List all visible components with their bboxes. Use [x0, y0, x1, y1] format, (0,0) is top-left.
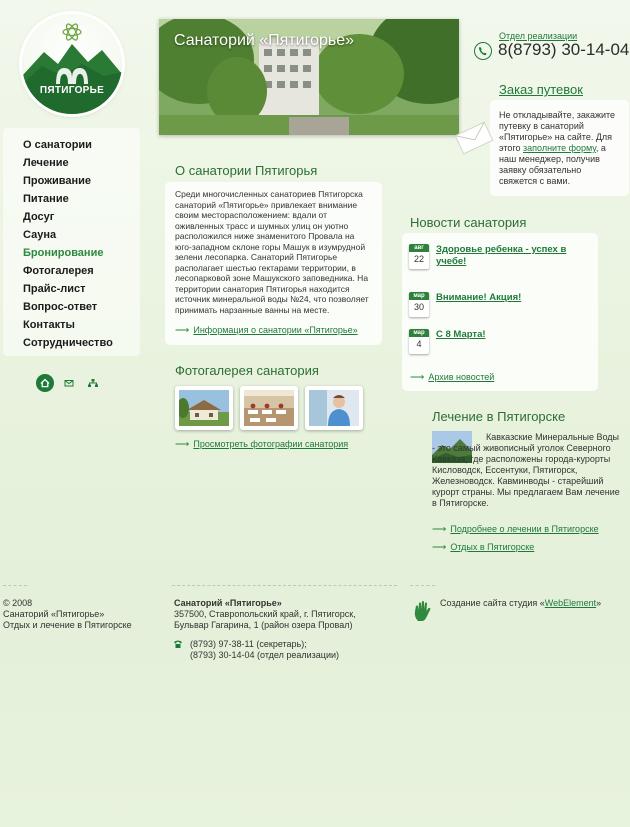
copyright-name: Санаторий «Пятигорье»	[3, 609, 105, 619]
news-month: мар	[409, 292, 429, 300]
phone-icon	[474, 42, 492, 60]
order-title-link[interactable]: Заказ путевок	[499, 82, 583, 97]
studio-text: Создание сайта студия «	[440, 598, 545, 608]
gallery-more-label: Просмотреть фотографии санатория	[193, 439, 349, 449]
treatment-rest-link[interactable]: ⟶ Отдых в Пятигорске	[432, 542, 534, 553]
utility-icons	[36, 374, 106, 392]
gallery-more-link[interactable]: ⟶ Просмотреть фотографии санатория	[175, 439, 348, 450]
arrow-right-icon: ⟶	[432, 524, 447, 535]
calendar-icon: мар 30	[409, 292, 429, 317]
menu-item-faq[interactable]: Вопрос-ответ	[3, 298, 140, 316]
footer-org-name: Санаторий «Пятигорье»	[174, 598, 282, 608]
footer-address-line: Бульвар Гагарина, 1 (район озера Провал)	[174, 620, 353, 630]
copyright-desc: Отдых и лечение в Пятигорске	[3, 620, 132, 630]
sitemap-icon[interactable]	[84, 374, 102, 392]
menu-item-treatment[interactable]: Лечение	[3, 154, 140, 172]
phone-icon	[173, 639, 183, 649]
calendar-icon: мар 4	[409, 329, 429, 354]
menu-item-gallery[interactable]: Фотогалерея	[3, 262, 140, 280]
news-month: авг	[409, 244, 429, 252]
treatment-text-body: Кавказские Минеральные Воды - это самый …	[432, 432, 620, 508]
footer-phone-line: (8793) 97-38-11 (секретарь);	[190, 639, 307, 649]
footer-copyright: © 2008 Санаторий «Пятигорье» Отдых и леч…	[3, 598, 132, 631]
arrow-right-icon: ⟶	[432, 542, 447, 553]
news-archive-link[interactable]: ⟶ Архив новостей	[410, 372, 494, 383]
copyright-year: © 2008	[3, 598, 33, 608]
arrow-right-icon: ⟶	[175, 325, 190, 336]
news-day: 30	[413, 302, 424, 312]
footer-divider	[3, 585, 27, 586]
gallery-thumbnail[interactable]	[175, 386, 233, 430]
gallery-thumbnail[interactable]	[240, 386, 298, 430]
menu-item-cooperation[interactable]: Сотрудничество	[3, 334, 140, 352]
footer-address: Санаторий «Пятигорье» 357500, Ставрополь…	[174, 598, 356, 631]
logo[interactable]: ПЯТИГОРЬЕ	[22, 14, 122, 114]
menu-item-about[interactable]: О санатории	[3, 136, 140, 154]
treatment-text: Кавказские Минеральные Воды - это самый …	[432, 432, 620, 509]
treatment-title: Лечение в Пятигорске	[432, 409, 566, 424]
logo-text: ПЯТИГОРЬЕ	[39, 85, 105, 96]
about-text: Среди многочисленных санаториев Пятигорс…	[175, 189, 369, 315]
studio-text-end: »	[596, 598, 602, 608]
order-form-link[interactable]: заполните форму	[523, 143, 596, 153]
footer-divider	[172, 585, 397, 586]
menu-item-booking[interactable]: Бронирование	[3, 244, 140, 262]
footer-studio: Создание сайта студия «WebElement»	[440, 598, 601, 608]
mail-icon[interactable]	[60, 374, 78, 392]
about-more-label: Информация о санатории «Пятигорье»	[193, 325, 358, 335]
news-archive-label: Архив новостей	[428, 372, 495, 382]
menu-item-food[interactable]: Питание	[3, 190, 140, 208]
treatment-rest-label: Отдых в Пятигорске	[450, 542, 535, 552]
news-day: 4	[416, 339, 422, 349]
phone-number: 8(8793) 30-14-04	[498, 40, 630, 59]
footer-phones: (8793) 97-38-11 (секретарь); (8793) 30-1…	[190, 639, 339, 661]
news-month: мар	[409, 329, 429, 337]
menu-item-contacts[interactable]: Контакты	[3, 316, 140, 334]
main-menu: О санатории Лечение Проживание Питание Д…	[3, 128, 140, 356]
arrow-right-icon: ⟶	[410, 372, 425, 383]
about-title: О санатории Пятигорья	[175, 163, 318, 178]
gallery-thumbnail[interactable]	[305, 386, 363, 430]
header-photo: Санаторий «Пятигорье»	[159, 19, 459, 135]
footer-address-line: 357500, Ставропольский край, г. Пятигорс…	[174, 609, 356, 619]
arrow-right-icon: ⟶	[175, 439, 190, 450]
about-more-link[interactable]: ⟶ Информация о санатории «Пятигорье»	[175, 325, 358, 336]
order-box: Не откладывайте, закажите путевку в сана…	[490, 100, 629, 196]
footer-divider	[410, 585, 435, 586]
menu-item-leisure[interactable]: Досуг	[3, 208, 140, 226]
webelement-hand-icon	[412, 599, 434, 623]
header-title: Санаторий «Пятигорье»	[174, 32, 355, 49]
gallery-title: Фотогалерея санатория	[175, 363, 319, 378]
about-box: Среди многочисленных санаториев Пятигорс…	[165, 182, 382, 345]
menu-item-accommodation[interactable]: Проживание	[3, 172, 140, 190]
footer-phone-line: (8793) 30-14-04 (отдел реализации)	[190, 650, 340, 660]
news-day: 22	[413, 254, 424, 264]
treatment-more-link[interactable]: ⟶ Подробнее о лечении в Пятигорске	[432, 524, 599, 535]
news-title: Новости санатория	[410, 215, 527, 230]
menu-item-price-list[interactable]: Прайс-лист	[3, 280, 140, 298]
news-link[interactable]: Внимание! Акция!	[436, 292, 521, 304]
menu-item-sauna[interactable]: Сауна	[3, 226, 140, 244]
logo-mountain-graphic	[22, 23, 122, 114]
studio-link[interactable]: WebElement	[545, 598, 596, 608]
news-link[interactable]: Здоровье ребенка - успех в учебе!	[436, 244, 592, 268]
news-link[interactable]: С 8 Марта!	[436, 329, 486, 341]
envelope-icon	[452, 116, 496, 160]
calendar-icon: авг 22	[409, 244, 429, 269]
home-icon[interactable]	[36, 374, 54, 392]
treatment-more-label: Подробнее о лечении в Пятигорске	[450, 524, 599, 534]
